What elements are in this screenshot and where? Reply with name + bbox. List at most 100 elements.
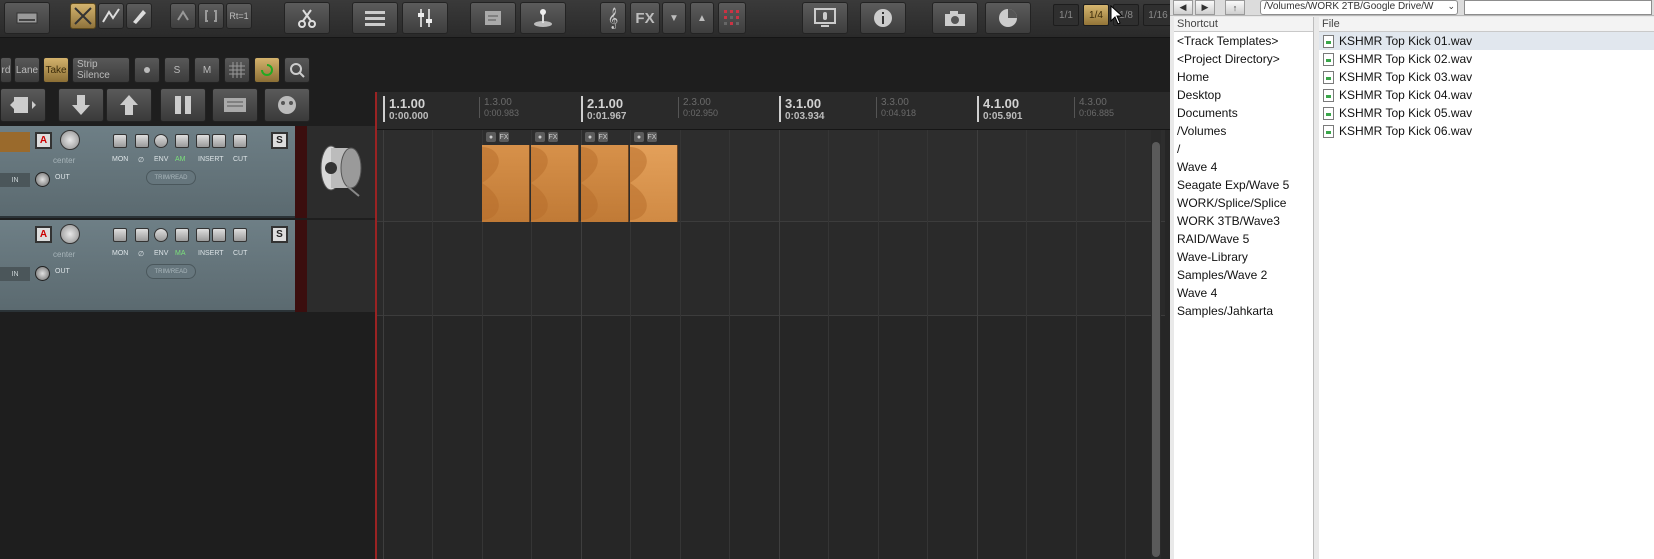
fx-button[interactable]: FX [630, 2, 660, 34]
track-2-insert-button-b[interactable] [212, 228, 226, 242]
pencil-tool-button[interactable] [126, 3, 152, 29]
track-2-automation-mode-button[interactable]: TRIM/READ [146, 264, 196, 279]
file-item[interactable]: KSHMR Top Kick 03.wav [1319, 68, 1654, 86]
file-item[interactable]: KSHMR Top Kick 06.wav [1319, 122, 1654, 140]
track-1-output-label[interactable]: OUT [55, 174, 70, 181]
screensets-button[interactable] [802, 2, 848, 34]
shortcut-item[interactable]: Wave 4 [1174, 284, 1313, 302]
back-button[interactable]: ◀ [1173, 0, 1193, 15]
forward-button[interactable]: ▶ [1195, 0, 1215, 15]
media-item-4[interactable] [630, 145, 678, 222]
track-2-input-label[interactable]: IN [0, 267, 30, 281]
shortcut-item[interactable]: Documents [1174, 104, 1313, 122]
track-1-solo-button[interactable]: S [271, 132, 288, 149]
track-2-envelope-button[interactable] [154, 228, 168, 242]
track-1-envelope-button[interactable] [154, 134, 168, 148]
grid-view-button[interactable] [224, 57, 250, 83]
track-2-record-arm-button[interactable]: A [35, 226, 52, 243]
shortcut-item[interactable]: Wave-Library [1174, 248, 1313, 266]
file-item[interactable]: KSHMR Top Kick 01.wav [1319, 32, 1654, 50]
shortcut-item[interactable]: RAID/Wave 5 [1174, 230, 1313, 248]
track-1-icon-area[interactable] [307, 126, 375, 218]
track-1-automation-button[interactable] [175, 134, 189, 148]
shortcut-item[interactable]: / [1174, 140, 1313, 158]
track-1-cut-button[interactable] [233, 134, 247, 148]
item-2-fx-button[interactable]: FX [548, 132, 558, 142]
tuner-button[interactable]: 𝄞 [600, 2, 626, 34]
shortcut-item[interactable]: Samples/Wave 2 [1174, 266, 1313, 284]
track-2-automation-button[interactable] [175, 228, 189, 242]
scrollbar-thumb[interactable] [1152, 142, 1160, 557]
split-button[interactable] [284, 2, 330, 34]
grid-1-16-button[interactable]: 1/16 [1143, 4, 1173, 26]
zoom-button[interactable] [284, 57, 310, 83]
track-2-lane[interactable] [375, 222, 1165, 316]
move-up-button[interactable] [106, 88, 152, 122]
grid-1-4-button[interactable]: 1/4 [1083, 4, 1109, 26]
track-1-name-field[interactable] [0, 132, 30, 152]
track-2-cut-button[interactable] [233, 228, 247, 242]
track-1-record-arm-button[interactable]: A [35, 132, 52, 149]
shortcut-item[interactable]: WORK/Splice/Splice [1174, 194, 1313, 212]
shortcut-item[interactable]: WORK 3TB/Wave3 [1174, 212, 1313, 230]
track-1-insert-button-a[interactable] [196, 134, 210, 148]
item-4-fx-button[interactable]: FX [647, 132, 657, 142]
shortcut-item[interactable]: Samples/Jahkarta [1174, 302, 1313, 320]
track-2-output-label[interactable]: OUT [55, 268, 70, 275]
render-button[interactable] [932, 2, 978, 34]
timeline-ruler[interactable]: 1.1.00 0:00.000 1.3.00 0:00.983 2.1.00 0:01… [375, 92, 1192, 130]
snap-button[interactable] [170, 3, 196, 29]
shortcut-item[interactable]: /Volumes [1174, 122, 1313, 140]
routing-matrix-button[interactable] [718, 2, 746, 34]
track-2-control-panel[interactable]: A center MON ∅ ENV MA INSERT CUT S IN OU… [0, 220, 307, 312]
track-1-input-label[interactable]: IN [0, 173, 30, 187]
metronome-button[interactable] [520, 2, 566, 34]
file-column-header[interactable]: File [1319, 17, 1654, 32]
strip-silence-button[interactable]: Strip Silence [72, 57, 130, 83]
track-1-monitor-button[interactable] [113, 134, 127, 148]
track-2-solo-button[interactable]: S [271, 226, 288, 243]
rate-button[interactable]: Rt=1 [226, 3, 252, 29]
fader-button[interactable] [402, 2, 448, 34]
item-3-fx-button[interactable]: FX [598, 132, 608, 142]
record-arm-button[interactable] [134, 57, 160, 83]
mute-button[interactable]: M [194, 57, 220, 83]
path-dropdown[interactable]: /Volumes/WORK 2TB/Google Drive/W ⌄ [1260, 0, 1458, 15]
grid-1-1-button[interactable]: 1/1 [1053, 4, 1079, 26]
lane-button[interactable]: Lane [14, 57, 40, 83]
shortcut-item[interactable]: Desktop [1174, 86, 1313, 104]
mixer-button[interactable] [352, 2, 398, 34]
columns-button[interactable] [160, 88, 206, 122]
file-item[interactable]: KSHMR Top Kick 02.wav [1319, 50, 1654, 68]
performance-meter-button[interactable] [985, 2, 1031, 34]
track-1-control-panel[interactable]: A center MON ∅ ENV AM INSERT CUT S IN OU… [0, 126, 307, 218]
envelope-lock-button[interactable] [98, 3, 124, 29]
track-1-automation-mode-button[interactable]: TRIM/READ [146, 170, 196, 185]
track-2-monitor-button[interactable] [113, 228, 127, 242]
notes-button[interactable] [470, 2, 516, 34]
track-1-insert-button-b[interactable] [212, 134, 226, 148]
track-2-record-monitor-button[interactable] [35, 266, 50, 281]
open-project-button[interactable] [4, 2, 50, 34]
shortcut-item[interactable]: <Track Templates> [1174, 32, 1313, 50]
nudge-button[interactable] [0, 88, 46, 122]
shortcut-column-header[interactable]: Shortcut [1174, 17, 1313, 32]
track-1-phase-button[interactable] [135, 134, 149, 148]
media-item-1[interactable] [482, 145, 530, 222]
record-mode-button[interactable]: rd [0, 57, 12, 83]
controller-button[interactable] [264, 88, 310, 122]
item-1-fx-button[interactable]: FX [499, 132, 509, 142]
track-2-pan-knob[interactable] [60, 224, 80, 244]
track-2-icon-area[interactable] [307, 220, 375, 312]
parent-folder-button[interactable]: ↑ [1225, 0, 1245, 15]
track-2-phase-button[interactable] [135, 228, 149, 242]
keyboard-button[interactable] [212, 88, 258, 122]
shortcut-item[interactable]: <Project Directory> [1174, 50, 1313, 68]
shortcut-item[interactable]: Seagate Exp/Wave 5 [1174, 176, 1313, 194]
track-1-pan-knob[interactable] [60, 130, 80, 150]
vertical-scrollbar[interactable] [1151, 130, 1161, 559]
info-button[interactable] [860, 2, 906, 34]
take-button[interactable]: Take [43, 57, 69, 83]
fx-dropdown-button[interactable]: ▼ [662, 2, 686, 34]
auto-crossfade-button[interactable] [70, 3, 96, 29]
